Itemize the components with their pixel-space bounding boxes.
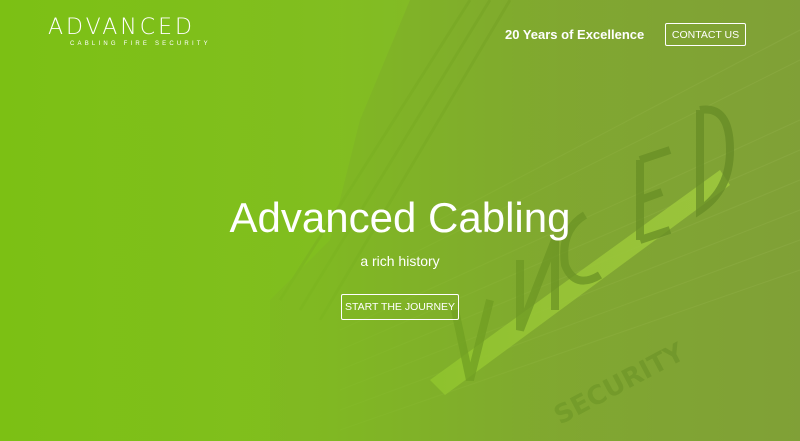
hero-subtitle: a rich history xyxy=(360,253,440,269)
header-tagline: 20 Years of Excellence xyxy=(505,27,645,42)
advanced-logo[interactable]: ADVANCED CABLING FIRE SECURITY xyxy=(48,15,211,48)
hero-title: Advanced Cabling xyxy=(229,194,571,241)
contact-us-button[interactable]: CONTACT US xyxy=(665,23,746,46)
logo-wordmark: ADVANCED xyxy=(48,15,195,40)
hero-section: SECURITY ADVANCED CABLING FIRE SECURITY … xyxy=(0,0,800,441)
start-the-journey-button[interactable]: START THE JOURNEY xyxy=(341,294,459,320)
logo-subtext: CABLING FIRE SECURITY xyxy=(70,41,211,47)
